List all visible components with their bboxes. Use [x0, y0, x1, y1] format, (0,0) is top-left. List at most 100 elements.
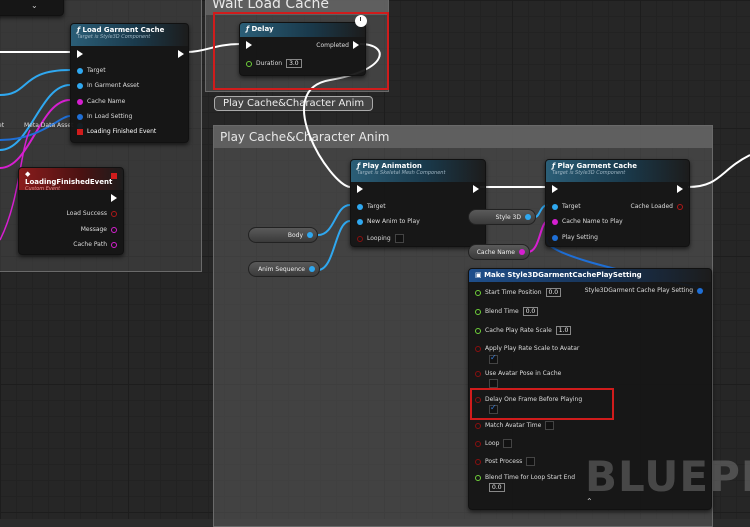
exec-out-pin[interactable] — [677, 185, 683, 193]
object-pin-icon[interactable] — [309, 266, 315, 272]
blend-loop-pin[interactable]: Blend Time for Loop Start End — [475, 474, 575, 481]
exec-in-pin[interactable] — [77, 50, 83, 58]
exec-pin-icon[interactable] — [677, 185, 683, 193]
looping-checkbox[interactable] — [394, 234, 404, 243]
string-pin-icon[interactable] — [111, 226, 117, 233]
delegate-pin-icon[interactable] — [111, 173, 117, 179]
match-time-checkbox[interactable] — [545, 421, 555, 430]
garment-asset-pin[interactable]: In Garment Asset — [77, 82, 139, 89]
play-rate-input[interactable]: 1.0 — [555, 326, 572, 335]
loading-finished-event-node[interactable]: ◆ LoadingFinishedEvent Custom Event Load… — [18, 167, 124, 255]
blueprint-watermark: BLUEPR — [585, 452, 750, 501]
object-pin-icon[interactable] — [77, 82, 83, 89]
new-anim-pin[interactable]: New Anim to Play — [357, 218, 420, 225]
struct-pin-icon[interactable] — [552, 234, 558, 241]
object-pin-icon[interactable] — [357, 218, 363, 225]
anim-sequence-variable[interactable]: Anim Sequence — [248, 261, 320, 277]
post-process-checkbox[interactable] — [526, 457, 536, 466]
load-garment-cache-node[interactable]: ƒ Load Garment Cache Target is Style3D C… — [70, 23, 189, 143]
highlight-delay — [213, 12, 389, 90]
delegate-pin-icon[interactable] — [77, 128, 83, 135]
message-pin[interactable]: Message — [81, 226, 117, 233]
match-time-pin[interactable]: Match Avatar Time — [475, 421, 555, 430]
looping-pin[interactable]: Looping — [357, 234, 404, 243]
object-pin-icon[interactable] — [77, 67, 83, 74]
partial-pin-label: et — [0, 122, 5, 129]
cache-loaded-pin[interactable]: Cache Loaded — [631, 203, 683, 210]
loading-finished-event-pin[interactable]: Loading Finished Event — [77, 128, 156, 135]
event-icon: ◆ — [25, 170, 31, 178]
float-pin-icon[interactable] — [475, 289, 481, 296]
bool-pin-icon[interactable] — [357, 235, 363, 242]
struct-pin-icon[interactable] — [77, 113, 83, 120]
left-meta-data-asset-pin[interactable]: et — [0, 122, 4, 129]
blend-loop-input[interactable]: 0.0 — [489, 483, 505, 492]
blend-time-pin[interactable]: Blend Time 0.0 — [475, 307, 539, 316]
float-pin-icon[interactable] — [475, 308, 481, 315]
exec-out-pin[interactable] — [473, 185, 479, 193]
post-process-pin[interactable]: Post Process — [475, 457, 536, 466]
target-pin[interactable]: Target — [552, 203, 581, 210]
struct-pin-icon[interactable] — [697, 287, 703, 294]
exec-pin-icon[interactable] — [473, 185, 479, 193]
exec-out-pin[interactable] — [111, 194, 117, 202]
play-animation-node[interactable]: ƒ Play Animation Target is Skeletal Mesh… — [350, 159, 486, 247]
object-pin-icon[interactable] — [307, 232, 313, 238]
load-setting-pin[interactable]: In Load Setting — [77, 113, 132, 120]
blend-time-input[interactable]: 0.0 — [522, 307, 539, 316]
exec-pin-icon[interactable] — [357, 185, 363, 193]
bool-pin-icon[interactable] — [475, 458, 481, 465]
cache-name-variable[interactable]: Cache Name — [468, 244, 530, 260]
play-rate-pin[interactable]: Cache Play Rate Scale 1.0 — [475, 326, 572, 335]
name-pin-icon[interactable] — [519, 249, 525, 255]
exec-pin-icon[interactable] — [77, 50, 83, 58]
bool-pin-icon[interactable] — [475, 345, 481, 352]
body-variable[interactable]: Body — [248, 227, 318, 243]
bool-pin-icon[interactable] — [475, 422, 481, 429]
bool-pin-icon[interactable] — [677, 203, 683, 210]
start-time-pin[interactable]: Start Time Position 0.0 — [475, 288, 562, 297]
partial-node-left[interactable]: ⌄ — [0, 0, 64, 16]
object-pin-icon[interactable] — [357, 203, 363, 210]
exec-in-pin[interactable] — [357, 185, 363, 193]
highlight-delay-one-frame — [470, 388, 614, 420]
struct-icon: ▣ — [475, 271, 485, 279]
name-pin-icon[interactable] — [77, 98, 83, 105]
bool-pin-icon[interactable] — [111, 210, 117, 217]
name-pin-icon[interactable] — [552, 218, 558, 225]
bool-pin-icon[interactable] — [475, 370, 481, 377]
float-pin-icon[interactable] — [475, 474, 481, 481]
cache-name-pin[interactable]: Cache Name — [77, 98, 125, 105]
use-pose-checkbox[interactable] — [489, 379, 498, 388]
loop-pin[interactable]: Loop — [475, 439, 513, 448]
bool-pin-icon[interactable] — [475, 440, 481, 447]
delegate-out-pin[interactable] — [111, 173, 117, 179]
exec-out-pin[interactable] — [178, 50, 184, 58]
string-pin-icon[interactable] — [111, 241, 117, 248]
cache-path-pin[interactable]: Cache Path — [73, 241, 117, 248]
object-pin-icon[interactable] — [552, 203, 558, 210]
exec-in-pin[interactable] — [552, 185, 558, 193]
exec-pin-icon[interactable] — [552, 185, 558, 193]
play-setting-output-pin[interactable]: Style3DGarment Cache Play Setting — [585, 287, 703, 294]
cache-name-to-play-pin[interactable]: Cache Name to Play — [552, 218, 623, 225]
chevron-down-icon[interactable]: ⌄ — [31, 1, 38, 10]
node-subtitle: Target is Style3D Component — [77, 34, 151, 40]
apply-rate-pin[interactable]: Apply Play Rate Scale to Avatar — [475, 345, 579, 352]
target-pin[interactable]: Target — [77, 67, 106, 74]
use-pose-pin[interactable]: Use Avatar Pose in Cache — [475, 370, 561, 377]
node-title: ƒ Load Garment Cache — [77, 26, 165, 34]
apply-rate-checkbox[interactable] — [489, 353, 498, 364]
loop-checkbox[interactable] — [503, 439, 513, 448]
exec-pin-icon[interactable] — [111, 194, 117, 202]
target-pin[interactable]: Target — [357, 203, 386, 210]
object-pin-icon[interactable] — [525, 214, 531, 220]
exec-pin-icon[interactable] — [178, 50, 184, 58]
load-success-pin[interactable]: Load Success — [67, 210, 117, 217]
start-time-input[interactable]: 0.0 — [545, 288, 562, 297]
style3d-variable[interactable]: Style 3D — [468, 209, 536, 225]
play-garment-cache-node[interactable]: ƒ Play Garment Cache Target is Style3D C… — [545, 159, 690, 247]
play-setting-pin[interactable]: Play Setting — [552, 234, 598, 241]
float-pin-icon[interactable] — [475, 327, 481, 334]
pin-label: Meta Data Asset — [24, 122, 74, 129]
